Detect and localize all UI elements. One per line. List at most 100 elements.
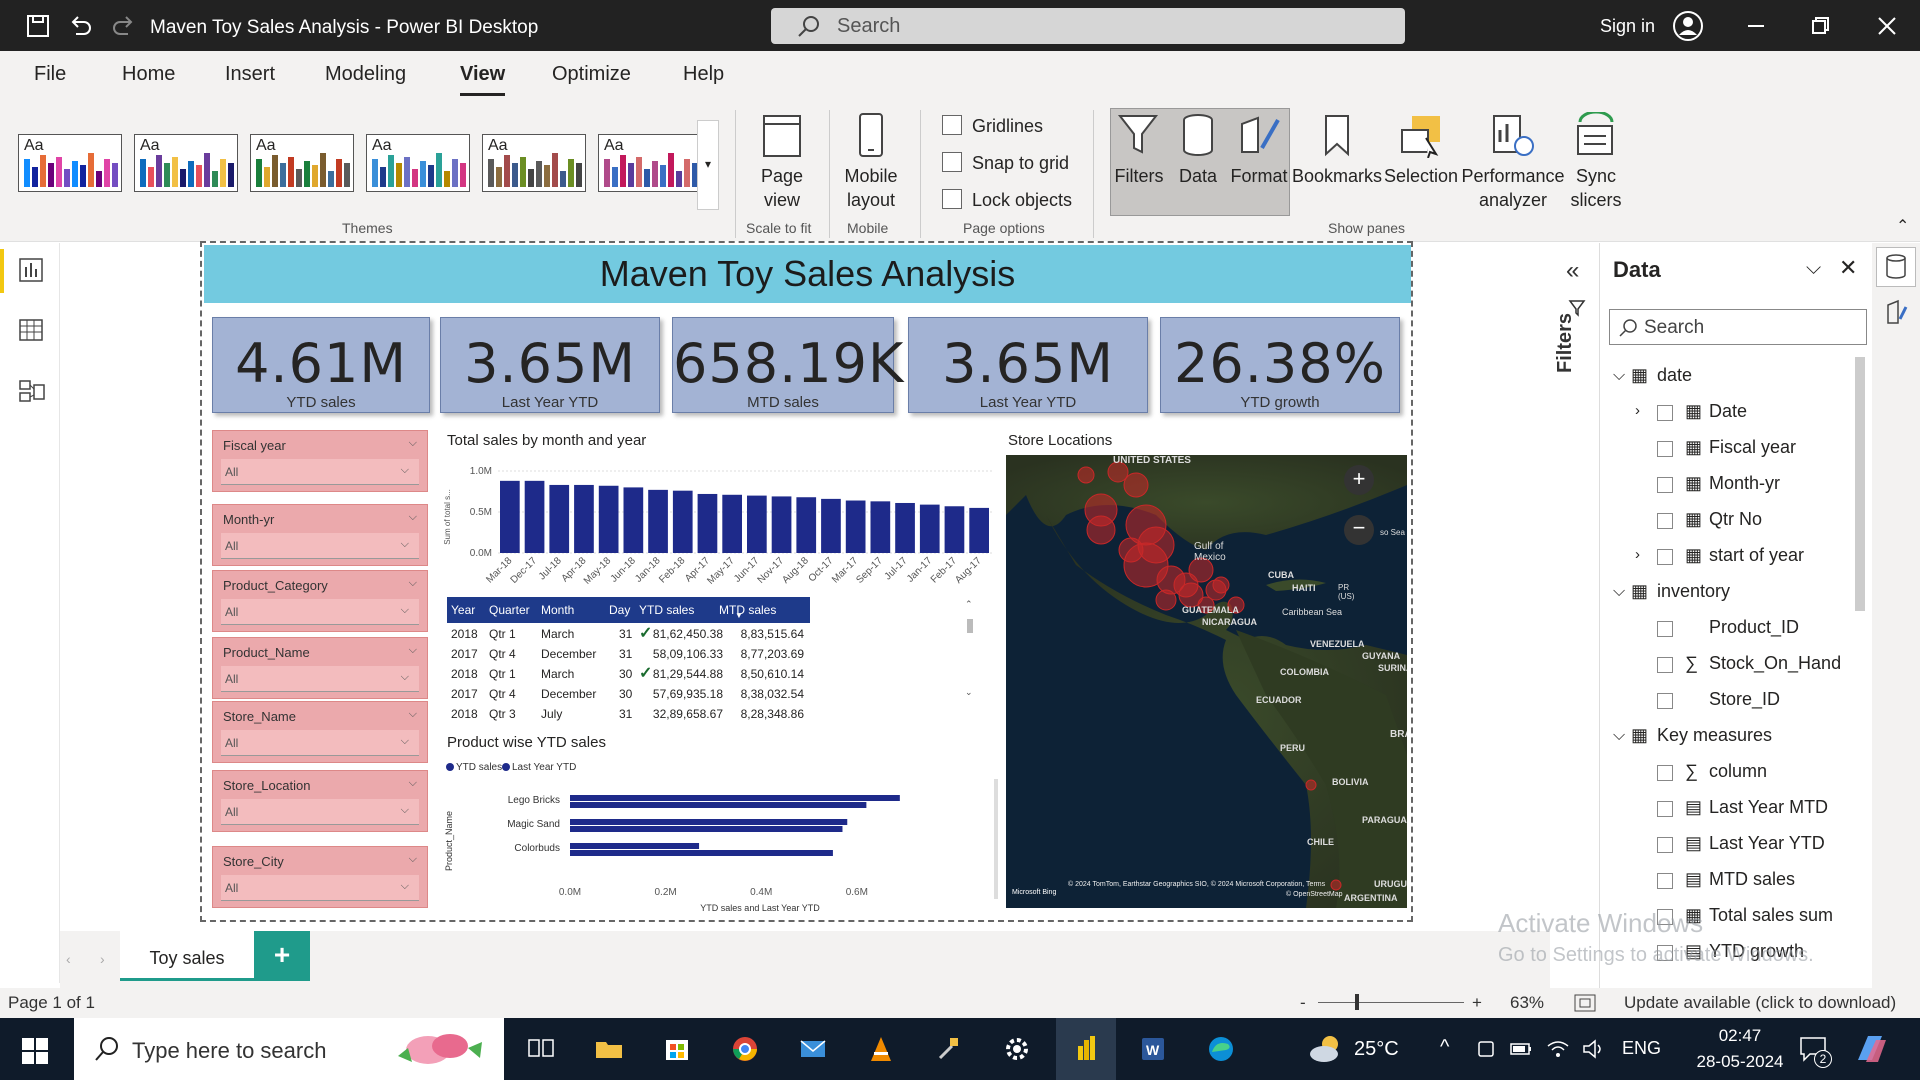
battery-icon[interactable]: [1510, 1040, 1532, 1058]
product-bar[interactable]: [570, 802, 867, 808]
sign-in-button[interactable]: Sign in: [1600, 16, 1655, 37]
data-pane-scrollbar[interactable]: [1855, 357, 1865, 611]
input-language[interactable]: ENG: [1622, 1038, 1661, 1059]
column-bar[interactable]: [919, 504, 940, 553]
slicer-store-location[interactable]: Store_Location ⌵ All ⌵: [212, 770, 428, 832]
slicer-dropdown[interactable]: All ⌵: [221, 799, 419, 825]
chart-scrollbar[interactable]: [994, 779, 998, 899]
column-bar[interactable]: [574, 484, 594, 553]
bookmarks-pane-button[interactable]: Bookmarks: [1292, 164, 1382, 188]
field-checkbox[interactable]: [1657, 801, 1673, 817]
page-view-button[interactable]: Page view: [752, 164, 812, 212]
table-header-cell[interactable]: MTD sales: [719, 603, 776, 617]
table-header-cell[interactable]: YTD sales: [639, 603, 694, 617]
report-view-icon[interactable]: [18, 257, 44, 283]
tree-field-label[interactable]: Date: [1709, 401, 1747, 422]
tree-field-label[interactable]: column: [1709, 761, 1767, 782]
theme-swatch[interactable]: Aa: [366, 134, 470, 192]
field-checkbox[interactable]: [1657, 549, 1673, 565]
store-bubble[interactable]: [1118, 537, 1144, 563]
lock-objects-checkbox[interactable]: [942, 189, 962, 209]
mobile-layout-button[interactable]: Mobile layout: [836, 164, 906, 212]
menu-insert[interactable]: Insert: [225, 63, 275, 86]
table-scrollbar[interactable]: ⌃ ⌄: [965, 599, 975, 703]
tree-field-label[interactable]: Total sales sum: [1709, 905, 1833, 926]
snap-to-grid-checkbox[interactable]: [942, 152, 962, 172]
collapse-pane-chevron-icon[interactable]: ⌵: [1806, 257, 1821, 280]
kpi-card-last-year-ytd[interactable]: 3.65M Last Year YTD: [440, 317, 660, 413]
zoom-slider-thumb[interactable]: [1355, 994, 1359, 1010]
selection-pane-button[interactable]: Selection: [1383, 164, 1459, 188]
table-header-cell[interactable]: Month: [541, 603, 574, 617]
field-checkbox[interactable]: [1657, 405, 1673, 421]
slicer-fiscal-year[interactable]: Fiscal year ⌵ All ⌵: [212, 430, 428, 492]
chevron-down-icon[interactable]: ⌵: [409, 511, 417, 524]
menu-file[interactable]: File: [34, 63, 66, 86]
chevron-down-icon[interactable]: ⌵: [409, 577, 417, 590]
zoom-slider[interactable]: [1318, 1002, 1464, 1003]
legend-label[interactable]: Last Year YTD: [512, 762, 576, 773]
close-icon[interactable]: [1873, 12, 1901, 40]
menu-help[interactable]: Help: [683, 63, 724, 86]
format-brush-icon[interactable]: [1884, 299, 1908, 327]
slicer-product-category[interactable]: Product_Category ⌵ All ⌵: [212, 570, 428, 632]
column-bar[interactable]: [722, 494, 742, 553]
tab-prev-icon[interactable]: ‹: [66, 951, 71, 967]
slicer-store-name[interactable]: Store_Name ⌵ All ⌵: [212, 701, 428, 763]
chevron-down-icon[interactable]: ⌵: [409, 853, 417, 866]
title-search-box[interactable]: Search: [771, 8, 1405, 44]
table-header-cell[interactable]: Quarter: [489, 603, 530, 617]
store-bubble[interactable]: [1123, 472, 1149, 498]
tree-field-label[interactable]: Product_ID: [1709, 617, 1799, 638]
tree-table-label[interactable]: date: [1657, 365, 1692, 386]
vlc-taskbar-button[interactable]: [852, 1018, 912, 1080]
store-locations-map[interactable]: UNITED STATES Gulf of Mexico CUBA HAITI …: [1006, 455, 1407, 908]
slicer-dropdown[interactable]: All ⌵: [221, 459, 419, 485]
table-row[interactable]: 2018 Qtr 1 March 30 81,29,544.88 8,50,610.14 ✓: [447, 663, 810, 683]
expand-collapse-icon[interactable]: ⌵: [1613, 367, 1625, 385]
expand-collapse-icon[interactable]: ⌵: [1613, 583, 1625, 601]
expand-chevron-right-icon[interactable]: ›: [1635, 546, 1640, 563]
power-bi-taskbar-button[interactable]: [1056, 1018, 1116, 1080]
column-bar[interactable]: [598, 485, 619, 553]
kpi-card-mtd-sales[interactable]: 658.19K MTD sales: [672, 317, 903, 413]
store-bubble[interactable]: [1077, 466, 1095, 484]
theme-swatch[interactable]: Aa: [250, 134, 354, 192]
chevron-down-icon[interactable]: ⌵: [409, 437, 417, 450]
theme-swatch[interactable]: Aa: [482, 134, 586, 192]
column-bar[interactable]: [697, 493, 718, 553]
tree-field-label[interactable]: MTD sales: [1709, 869, 1795, 890]
product-bar[interactable]: [570, 850, 833, 856]
column-bar[interactable]: [648, 489, 668, 553]
tree-field-label[interactable]: Stock_On_Hand: [1709, 653, 1841, 674]
column-bar[interactable]: [500, 480, 520, 553]
product-bar[interactable]: [570, 843, 700, 849]
clock-date[interactable]: 28-05-2024: [1682, 1052, 1798, 1072]
weather-icon[interactable]: [1306, 1032, 1346, 1066]
gridlines-checkbox[interactable]: [942, 115, 962, 135]
column-bar[interactable]: [524, 480, 545, 553]
store-bubble[interactable]: [1305, 779, 1317, 791]
table-view-icon[interactable]: [18, 317, 44, 343]
sync-slicers-button[interactable]: Sync slicers: [1568, 164, 1624, 212]
page-tab-toy-sales[interactable]: Toy sales: [120, 931, 254, 981]
theme-swatch[interactable]: Aa: [598, 134, 702, 192]
field-checkbox[interactable]: [1657, 621, 1673, 637]
store-bubble[interactable]: [1212, 576, 1230, 594]
taskbar-search-box[interactable]: Type here to search: [74, 1018, 504, 1080]
column-bar[interactable]: [549, 484, 570, 553]
store-bubble[interactable]: [1086, 515, 1116, 545]
field-checkbox[interactable]: [1657, 693, 1673, 709]
table-row[interactable]: 2018 Qtr 1 March 31 81,62,450.38 8,83,515.64 ✓: [447, 623, 810, 643]
column-bar[interactable]: [821, 498, 841, 553]
word-taskbar-button[interactable]: W: [1124, 1018, 1184, 1080]
tree-field-label[interactable]: Last Year MTD: [1709, 797, 1828, 818]
date-sales-table[interactable]: Year Quarter Month Day YTD sales MTD sales ▼ 20…: [447, 597, 810, 723]
save-icon[interactable]: [24, 12, 52, 40]
menu-optimize[interactable]: Optimize: [552, 63, 631, 86]
tree-field-label[interactable]: Month-yr: [1709, 473, 1780, 494]
chevron-down-icon[interactable]: ⌵: [409, 644, 417, 657]
column-bar[interactable]: [771, 496, 792, 553]
filters-pane-button[interactable]: Filters: [1110, 164, 1168, 188]
column-bar[interactable]: [623, 487, 644, 553]
